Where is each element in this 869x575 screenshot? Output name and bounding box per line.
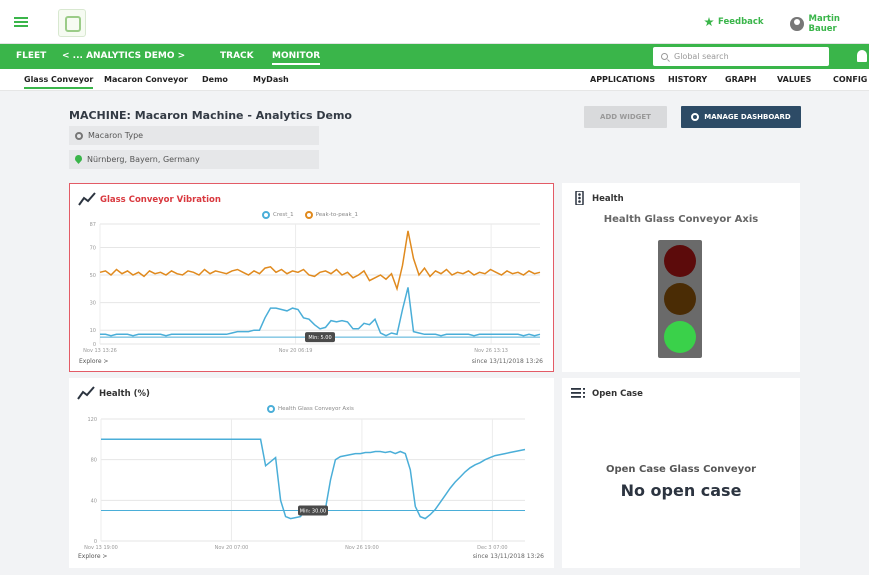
machine-type-label: Macaron Type	[88, 131, 144, 140]
y-tick-label: 120	[87, 417, 97, 423]
feedback-label: Feedback	[718, 17, 764, 27]
manage-dashboard-label: MANAGE DASHBOARD	[704, 113, 791, 121]
series-line	[100, 287, 541, 337]
y-tick-label: 30	[90, 301, 96, 307]
sub-nav: Glass Conveyor Macaron Conveyor Demo MyD…	[0, 69, 869, 91]
open-case-value: No open case	[620, 481, 742, 500]
global-search-input[interactable]: Global search	[653, 47, 829, 66]
gear-icon	[691, 113, 700, 121]
user-menu[interactable]: Martin Bauer	[790, 14, 869, 34]
traffic-light-icon	[575, 191, 584, 205]
machine-location-label: Nürnberg, Bayern, Germany	[87, 155, 200, 164]
subnav-demo[interactable]: Demo	[202, 75, 228, 84]
vibration-widget[interactable]: Glass Conveyor Vibration Crest_1 Peak-to…	[69, 183, 554, 372]
x-tick-label: Nov 13 13:26	[83, 348, 117, 354]
health-light-title: Health	[592, 194, 624, 204]
since-label: since 13/11/2018 13:26	[472, 553, 544, 560]
amber-lamp	[664, 283, 696, 315]
nav-monitor[interactable]: MONITOR	[272, 51, 321, 65]
top-bar: Feedback Martin Bauer	[0, 0, 869, 44]
user-avatar-icon	[790, 17, 804, 31]
explore-link[interactable]: Explore >	[78, 553, 107, 560]
subnav-mydash[interactable]: MyDash	[253, 75, 289, 84]
feedback-link[interactable]: Feedback	[704, 17, 764, 27]
health-light-subtitle: Health Glass Conveyor Axis	[603, 214, 759, 225]
gear-icon	[75, 131, 83, 140]
min-tag-label: Min: 5.00	[308, 335, 331, 341]
series-line	[99, 230, 541, 292]
menu-icon[interactable]	[14, 17, 28, 27]
subnav-macaron-conveyor[interactable]: Macaron Conveyor	[104, 75, 188, 84]
y-tick-label: 70	[90, 245, 96, 251]
machine-type: Macaron Type	[69, 126, 319, 145]
health-pct-chart[interactable]: 04080120Nov 13 19:00 Nov 20 07:00 Nov 26 1…	[69, 378, 554, 568]
red-lamp	[664, 245, 696, 277]
machine-location: Nürnberg, Bayern, Germany	[69, 150, 319, 169]
since-label: since 13/11/2018 13:26	[471, 358, 543, 365]
y-tick-label: 40	[91, 498, 97, 504]
add-widget-button[interactable]: ADD WIDGET	[584, 106, 667, 128]
health-light-widget[interactable]: Health Health Glass Conveyor Axis	[562, 183, 800, 372]
nav-breadcrumb[interactable]: < ... ANALYTICS DEMO >	[62, 51, 185, 61]
search-placeholder: Global search	[674, 52, 729, 61]
x-tick-label: Dec 3 07:00	[477, 545, 507, 551]
list-icon	[571, 388, 585, 398]
open-case-widget[interactable]: Open Case Open Case Glass Conveyor No op…	[562, 378, 800, 568]
x-tick-label: Nov 26 19:00	[345, 545, 379, 551]
user-name: Martin Bauer	[808, 14, 840, 34]
page-title: MACHINE: Macaron Machine - Analytics Dem…	[69, 109, 352, 122]
y-tick-label: 87	[90, 222, 96, 228]
health-pct-widget[interactable]: Health (%) Health Glass Conveyor Axis 04…	[69, 378, 554, 568]
subnav-graph[interactable]: GRAPH	[725, 75, 756, 84]
star-icon	[704, 17, 714, 27]
min-tag-label: Min: 30.00	[300, 509, 326, 515]
subnav-history[interactable]: HISTORY	[668, 75, 707, 84]
open-case-title: Open Case	[592, 389, 643, 399]
green-lamp	[664, 321, 696, 353]
traffic-light	[658, 240, 702, 358]
x-tick-label: Nov 26 13:13	[474, 348, 508, 354]
search-icon	[661, 53, 668, 60]
main-nav: FLEET < ... ANALYTICS DEMO > TRACK MONIT…	[0, 44, 869, 69]
y-tick-label: 80	[91, 458, 97, 464]
y-tick-label: 10	[90, 328, 96, 334]
nav-fleet[interactable]: FLEET	[16, 51, 46, 61]
subnav-values[interactable]: VALUES	[777, 75, 811, 84]
subnav-config[interactable]: CONFIG	[833, 75, 867, 84]
subnav-glass-conveyor[interactable]: Glass Conveyor	[24, 75, 94, 89]
x-tick-label: Nov 13 19:00	[84, 545, 118, 551]
explore-link[interactable]: Explore >	[79, 358, 108, 365]
bell-icon[interactable]	[857, 50, 867, 62]
y-tick-label: 50	[90, 273, 96, 279]
vibration-chart[interactable]: 01030507087Nov 13 13:26 Nov 20 06:19 Nov 2…	[70, 184, 555, 373]
open-case-subtitle: Open Case Glass Conveyor	[605, 464, 757, 475]
location-pin-icon	[75, 155, 82, 164]
app-logo[interactable]	[58, 9, 86, 37]
x-tick-label: Nov 20 06:19	[279, 348, 313, 354]
nav-track[interactable]: TRACK	[220, 51, 254, 61]
add-widget-label: ADD WIDGET	[600, 113, 651, 121]
subnav-applications[interactable]: APPLICATIONS	[590, 75, 655, 84]
manage-dashboard-button[interactable]: MANAGE DASHBOARD	[681, 106, 801, 128]
x-tick-label: Nov 20 07:00	[215, 545, 249, 551]
